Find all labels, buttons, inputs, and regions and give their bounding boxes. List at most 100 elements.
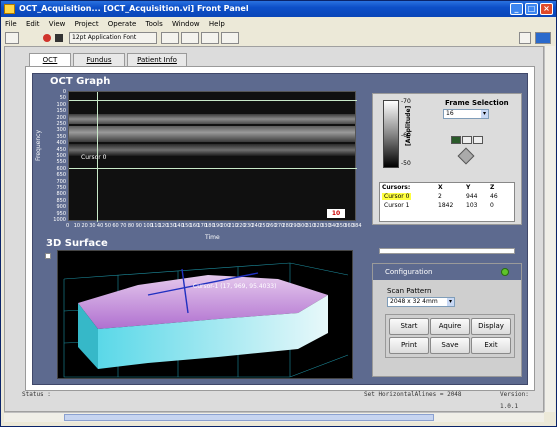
menu-view[interactable]: View [49, 20, 66, 28]
print-button[interactable]: Print [389, 337, 429, 354]
cursor-z[interactable]: 0 [488, 201, 508, 210]
run-arrow-icon[interactable] [5, 32, 19, 44]
oct-graph[interactable]: Cursor 0 10 [68, 91, 357, 222]
menu-tools[interactable]: Tools [146, 20, 163, 28]
y-tick-label: 800 [56, 191, 66, 198]
chevron-down-icon[interactable]: ▾ [447, 298, 454, 306]
cursor-x[interactable]: 2 [436, 192, 464, 201]
run-continuously-icon[interactable] [23, 32, 35, 44]
cursor-name[interactable]: Cursor 0 [382, 193, 412, 200]
aquire-button[interactable]: Aquire [430, 318, 470, 335]
start-button[interactable]: Start [389, 318, 429, 335]
y-tick-label: 600 [56, 165, 66, 172]
y-tick-label: 200 [56, 114, 66, 121]
retina-layer [69, 114, 355, 124]
cursor-name[interactable]: Cursor 1 [382, 202, 411, 209]
display-button[interactable]: Display [471, 318, 511, 335]
cursor-1-horizontal[interactable] [69, 100, 357, 101]
y-tick-label: 350 [56, 133, 66, 140]
tab-oct-display[interactable]: OCT Display [29, 53, 71, 76]
title-bar[interactable]: OCT_Acquisition... [OCT_Acquisition.vi] … [1, 1, 556, 17]
cursor-header-x: X [438, 184, 443, 191]
vi-icon [535, 32, 551, 44]
y-tick-label: 50 [59, 95, 66, 102]
y-tick-label: 0 [62, 89, 66, 95]
pause-icon[interactable] [55, 34, 63, 42]
font-selector[interactable]: 12pt Application Font [69, 32, 157, 44]
x-tick-label: 70 [120, 223, 127, 229]
amplitude-colorbar [383, 100, 399, 168]
chevron-down-icon[interactable]: ▾ [481, 110, 488, 118]
menu-project[interactable]: Project [75, 20, 99, 28]
y-tick-label: 250 [56, 121, 66, 127]
menu-help[interactable]: Help [209, 20, 225, 28]
zoom-icon[interactable] [451, 136, 461, 144]
y-tick-label: 500 [56, 153, 66, 159]
scan-pattern-select[interactable]: 2048 x 32 4mm [387, 297, 455, 307]
surface-checkbox[interactable] [45, 253, 51, 259]
menu-operate[interactable]: Operate [108, 20, 136, 28]
y-tick-label: 750 [56, 185, 66, 191]
window-title: OCT_Acquisition... [OCT_Acquisition.vi] … [19, 4, 249, 13]
x-tick-label: 10 [73, 223, 81, 229]
x-tick-label: 90 [135, 223, 142, 229]
status-horizontal-alines: Set HorizontalAlines = 2048 [364, 391, 462, 398]
labview-window: OCT_Acquisition... [OCT_Acquisition.vi] … [0, 0, 557, 427]
menu-bar: File Edit View Project Operate Tools Win… [1, 18, 556, 30]
graph-y-label: Frequency [35, 130, 42, 161]
cursor-legend: Cursors: X Y Z Cursor 0 2 944 46 Cursor … [379, 182, 515, 222]
x-tick-label: 0 [66, 223, 70, 229]
menu-edit[interactable]: Edit [26, 20, 40, 28]
save-button[interactable]: Save [430, 337, 470, 354]
hand-icon[interactable] [473, 136, 483, 144]
resize-icon[interactable] [201, 32, 219, 44]
menu-window[interactable]: Window [172, 20, 200, 28]
tab-fundus-display[interactable]: Fundus Display [73, 53, 125, 76]
frame-selection-label: Frame Selection [445, 99, 509, 107]
surface-title: 3D Surface [46, 238, 108, 249]
align-icon[interactable] [161, 32, 179, 44]
distribute-icon[interactable] [181, 32, 199, 44]
cursor-z[interactable]: 46 [488, 192, 508, 201]
y-tick-label: 400 [56, 140, 66, 147]
help-icon[interactable] [519, 32, 531, 44]
x-tick-label: 20 [81, 223, 88, 229]
scroll-thumb[interactable] [64, 414, 434, 421]
close-button[interactable]: × [540, 3, 553, 15]
vertical-scrollbar[interactable] [544, 46, 555, 412]
reorder-icon[interactable] [221, 32, 239, 44]
status-led-icon [501, 268, 509, 276]
surface-plot[interactable]: Cursor-1 (17, 969, 95.4033) [57, 250, 353, 379]
x-tick-label: 40 [96, 223, 104, 229]
progress-bar [379, 248, 515, 254]
cursor-mover-icon[interactable] [457, 147, 475, 165]
cursor-y[interactable]: 944 [464, 192, 488, 201]
minimize-button[interactable]: _ [510, 3, 523, 15]
horizontal-scrollbar[interactable] [4, 412, 544, 422]
colorbar-label-top: -70 [401, 98, 411, 105]
cursor-row[interactable]: Cursor 0 2 944 46 [380, 192, 508, 201]
cursor-0-horizontal[interactable] [69, 168, 357, 169]
pan-icon[interactable] [462, 136, 472, 144]
status-label: Status : [22, 391, 51, 398]
tab-patient-info-editor[interactable]: Patient Info Editor [127, 53, 187, 76]
status-version: Version: 1.0.1 [500, 391, 529, 410]
configuration-panel: Configuration Scan Pattern 2048 x 32 4mm… [372, 263, 522, 377]
labview-app-icon [4, 4, 15, 14]
cursor-x[interactable]: 1842 [436, 201, 464, 210]
y-tick-label: 1000 [53, 217, 66, 223]
exit-button[interactable]: Exit [471, 337, 511, 354]
maximize-button[interactable]: □ [525, 3, 538, 15]
y-tick-label: 450 [56, 146, 66, 153]
surface-cursor-label: Cursor-1 (17, 969, 95.4033) [193, 283, 277, 290]
abort-icon[interactable] [43, 34, 51, 42]
cursor-header-z: Z [490, 184, 495, 191]
y-tick-label: 550 [56, 159, 66, 166]
x-tick-label: 80 [127, 223, 135, 229]
x-tick-label: 60 [112, 223, 119, 229]
cursor-row[interactable]: Cursor 1 1842 103 0 [380, 201, 508, 210]
cursor-y[interactable]: 103 [464, 201, 488, 210]
y-tick-label: 150 [56, 108, 66, 115]
menu-file[interactable]: File [5, 20, 17, 28]
y-tick-label: 300 [56, 127, 66, 134]
